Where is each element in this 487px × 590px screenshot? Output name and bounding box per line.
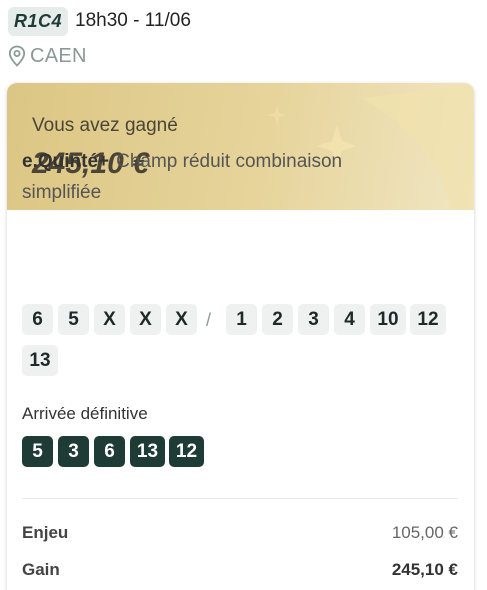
arrival-chip: 3 xyxy=(58,436,89,467)
selection-chip: 6 xyxy=(22,304,53,335)
bet-type: e.Quinté+ xyxy=(22,151,110,172)
selection-chip: 3 xyxy=(298,304,329,335)
stake-label: Enjeu xyxy=(22,523,69,542)
arrival-chip: 12 xyxy=(169,436,204,467)
selection-chip: 4 xyxy=(334,304,365,335)
arrival-chip: 6 xyxy=(94,436,125,467)
race-location: CAEN xyxy=(8,43,87,69)
selection-chip: 2 xyxy=(262,304,293,335)
selection-chip: 1 xyxy=(226,304,257,335)
location-pin-icon xyxy=(8,45,26,67)
selection-chip: X xyxy=(130,304,161,335)
race-time-date: 18h30 - 11/06 xyxy=(75,10,191,31)
selection-chip: 10 xyxy=(370,304,406,335)
selection-chip: 5 xyxy=(58,304,89,335)
selection-chip: 13 xyxy=(22,345,58,376)
selection-chip: X xyxy=(166,304,197,335)
bet-description-line1: Champ réduit combinaison xyxy=(116,151,343,172)
race-header: R1C4 18h30 - 11/06 xyxy=(8,6,191,36)
win-label: Vous avez gagné xyxy=(32,115,178,136)
divider xyxy=(22,498,458,499)
gain-value: 245,10 € xyxy=(391,560,458,579)
bet-description: e.Quinté+ Champ réduit combinaison simpli… xyxy=(22,146,452,208)
location-label: CAEN xyxy=(30,44,87,67)
arrival-label: Arrivée définitive xyxy=(22,404,148,423)
gain-label: Gain xyxy=(22,560,60,579)
stake-value: 105,00 € xyxy=(391,523,458,542)
bet-description-line2: simplifiée xyxy=(22,182,102,203)
race-code-badge: R1C4 xyxy=(8,6,69,36)
selection-chip: X xyxy=(94,304,125,335)
selection-chip: 12 xyxy=(410,304,446,335)
arrival-chip: 13 xyxy=(130,436,165,467)
arrival-chip: 5 xyxy=(22,436,53,467)
selection-separator: / xyxy=(206,310,212,330)
